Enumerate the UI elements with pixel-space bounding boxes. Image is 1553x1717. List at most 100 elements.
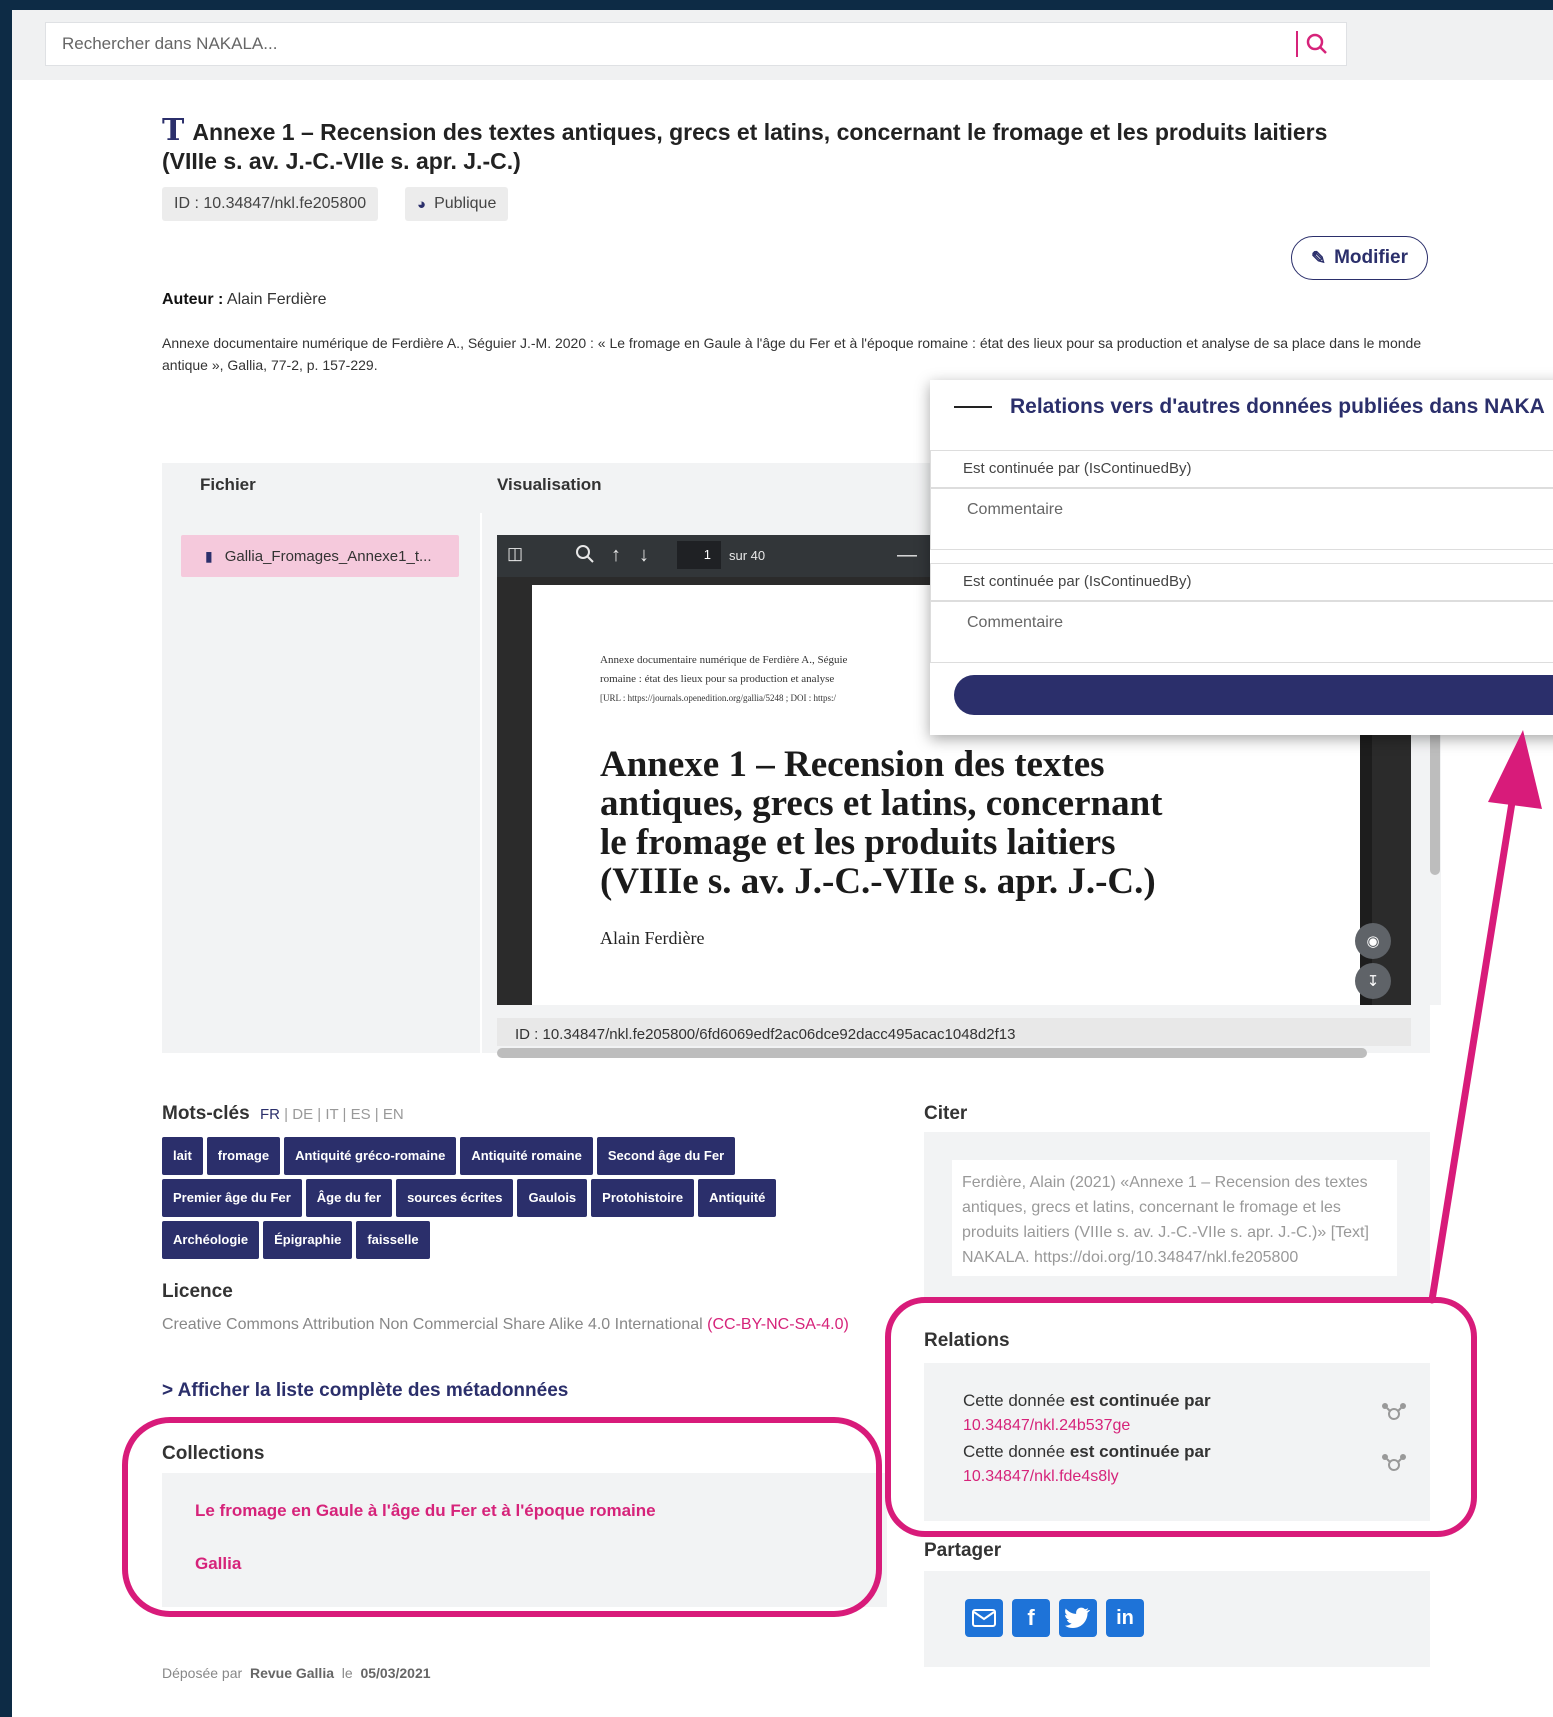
relation-text: Cette donnée est continuée par bbox=[963, 1391, 1211, 1411]
relation-comment-field[interactable]: Commentaire bbox=[930, 601, 1553, 663]
citation-text[interactable]: Ferdière, Alain (2021) «Annexe 1 – Recen… bbox=[952, 1160, 1397, 1276]
previous-page-icon[interactable]: ↑ bbox=[611, 544, 621, 567]
share-box: f in bbox=[924, 1571, 1430, 1667]
pdf-reference-line-1: Annexe documentaire numérique de Ferdièr… bbox=[600, 654, 848, 666]
relation-prefix: Cette donnée bbox=[963, 1391, 1066, 1410]
lang-en[interactable]: EN bbox=[383, 1106, 404, 1123]
collections-list: Le fromage en Gaule à l'âge du Fer et à … bbox=[162, 1473, 887, 1607]
keyword-tag[interactable]: fromage bbox=[206, 1137, 281, 1175]
search-divider bbox=[1296, 31, 1298, 57]
author-line: Auteur : Alain Ferdière bbox=[162, 291, 327, 309]
linkedin-icon: in bbox=[1116, 1606, 1134, 1629]
keyword-tag[interactable]: Second âge du Fer bbox=[596, 1137, 736, 1175]
relation-type-select[interactable]: Est continuée par (IsContinuedBy) bbox=[930, 450, 1553, 488]
visibility-badge: ◕ Publique bbox=[405, 187, 509, 221]
relation-graph-icon[interactable] bbox=[1381, 1402, 1409, 1424]
relation-comment-field[interactable]: Commentaire bbox=[930, 488, 1553, 550]
description: Annexe documentaire numérique de Ferdièr… bbox=[162, 335, 1422, 373]
search-input[interactable] bbox=[46, 23, 1318, 65]
search-box bbox=[45, 22, 1347, 66]
modify-button[interactable]: ✎ Modifier bbox=[1291, 236, 1428, 280]
deposit-date: 05/03/2021 bbox=[360, 1665, 431, 1681]
pdf-reference-line-2: romaine : état des lieux pour sa product… bbox=[600, 673, 835, 685]
share-email-button[interactable] bbox=[965, 1599, 1003, 1637]
zoom-search-icon[interactable] bbox=[575, 544, 595, 570]
relation-type-select[interactable]: Est continuée par (IsContinuedBy) bbox=[930, 563, 1553, 601]
keyword-tag[interactable]: Antiquité romaine bbox=[460, 1137, 593, 1175]
pencil-icon: ✎ bbox=[1311, 247, 1327, 268]
pdf-title-line-2: antiques, grecs et latins, concernant bbox=[600, 783, 1163, 824]
pdf-author: Alain Ferdière bbox=[600, 928, 705, 948]
page-number-input[interactable]: 1 bbox=[677, 541, 721, 569]
collection-link[interactable]: Gallia bbox=[195, 1554, 241, 1574]
file-item[interactable]: ▮ Gallia_Fromages_Annexe1_t... bbox=[181, 535, 459, 577]
keyword-tag[interactable]: Épigraphie bbox=[263, 1221, 353, 1259]
page-total: sur 40 bbox=[729, 548, 766, 563]
keywords-heading: Mots-clés bbox=[162, 1103, 250, 1124]
keyword-language-switch: FR | DE | IT | ES | EN bbox=[260, 1106, 404, 1123]
identifier-text: ID : 10.34847/nkl.fe205800 bbox=[174, 195, 367, 212]
pdf-title-line-3: le fromage et les produits laitiers bbox=[600, 822, 1116, 863]
preview-eye-icon[interactable]: ◉ bbox=[1355, 923, 1391, 959]
author-label: Auteur : bbox=[162, 291, 224, 308]
licence-name: Creative Commons Attribution Non Commerc… bbox=[162, 1316, 703, 1333]
pdf-title-line-1: Annexe 1 – Recension des textes bbox=[600, 744, 1105, 785]
sidebar-toggle-icon[interactable]: ◫ bbox=[507, 544, 523, 564]
pdf-title: Annexe 1 – Recension des textes antiques… bbox=[600, 745, 1300, 901]
visibility-text: Publique bbox=[434, 195, 497, 212]
share-facebook-button[interactable]: f bbox=[1012, 1599, 1050, 1637]
deposit-le: le bbox=[341, 1665, 353, 1681]
lang-it[interactable]: IT bbox=[325, 1106, 338, 1123]
relations-edit-popup: Relations vers d'autres données publiées… bbox=[930, 380, 1553, 735]
author-name: Alain Ferdière bbox=[226, 291, 327, 308]
file-column-header: Fichier bbox=[200, 475, 256, 494]
show-all-metadata-link[interactable]: > Afficher la liste complète des métadon… bbox=[162, 1380, 568, 1402]
keyword-tag[interactable]: lait bbox=[162, 1137, 203, 1175]
next-page-icon[interactable]: ↓ bbox=[639, 544, 649, 567]
licence-link[interactable]: (CC-BY-NC-SA-4.0) bbox=[707, 1316, 849, 1333]
title-line-2: (VIIIe s. av. J.-C.-VIIe s. apr. J.-C.) bbox=[162, 148, 521, 174]
cite-heading: Citer bbox=[924, 1103, 968, 1124]
modify-label: Modifier bbox=[1334, 247, 1408, 268]
relation-type: est continuée par bbox=[1069, 1391, 1211, 1410]
viewer-horizontal-scrollbar[interactable] bbox=[497, 1046, 1411, 1060]
pdf-reference-line-3: [URL : https://journals.openedition.org/… bbox=[600, 693, 836, 703]
collection-link[interactable]: Le fromage en Gaule à l'âge du Fer et à … bbox=[195, 1501, 656, 1521]
share-twitter-button[interactable] bbox=[1059, 1599, 1097, 1637]
lang-fr[interactable]: FR bbox=[260, 1106, 280, 1123]
scrollbar-thumb[interactable] bbox=[497, 1048, 1367, 1058]
globe-icon: ◕ bbox=[417, 195, 427, 213]
keyword-tag[interactable]: Âge du fer bbox=[305, 1179, 393, 1217]
lang-de[interactable]: DE bbox=[292, 1106, 313, 1123]
keyword-tag[interactable]: Antiquité bbox=[698, 1179, 777, 1217]
keyword-tag[interactable]: faisselle bbox=[356, 1221, 430, 1259]
zoom-out-icon[interactable]: — bbox=[897, 544, 917, 567]
file-icon: ▮ bbox=[205, 547, 213, 564]
identifier-badge: ID : 10.34847/nkl.fe205800 bbox=[162, 187, 379, 221]
keyword-tag[interactable]: Gaulois bbox=[517, 1179, 588, 1217]
share-linkedin-button[interactable]: in bbox=[1106, 1599, 1144, 1637]
lang-es[interactable]: ES bbox=[351, 1106, 371, 1123]
column-divider bbox=[480, 513, 482, 1053]
visualisation-column-header: Visualisation bbox=[497, 475, 602, 494]
relations-heading: Relations bbox=[924, 1330, 1010, 1351]
download-icon[interactable]: ↧ bbox=[1355, 963, 1391, 999]
relation-graph-icon[interactable] bbox=[1381, 1453, 1409, 1475]
title-line-1: Annexe 1 – Recension des textes antiques… bbox=[192, 119, 1328, 145]
search-button[interactable] bbox=[1296, 29, 1328, 59]
keyword-tag[interactable]: Antiquité gréco-romaine bbox=[284, 1137, 457, 1175]
relations-list: Cette donnée est continuée par 10.34847/… bbox=[924, 1363, 1430, 1521]
keyword-tag[interactable]: sources écrites bbox=[396, 1179, 514, 1217]
keyword-tag[interactable]: Archéologie bbox=[162, 1221, 260, 1259]
page-title: T Annexe 1 – Recension des textes antique… bbox=[162, 116, 1412, 176]
pdf-title-line-4: (VIIIe s. av. J.-C.-VIIe s. apr. J.-C.) bbox=[600, 861, 1156, 902]
popup-title-text: Relations vers d'autres données publiées… bbox=[1010, 395, 1545, 418]
file-identifier: ID : 10.34847/nkl.fe205800/6fd6069edf2ac… bbox=[497, 1018, 1411, 1046]
relation-link[interactable]: 10.34847/nkl.fde4s8ly bbox=[963, 1468, 1119, 1486]
relation-type: est continuée par bbox=[1069, 1442, 1211, 1461]
relation-submit-button[interactable] bbox=[954, 675, 1553, 715]
keyword-tag[interactable]: Premier âge du Fer bbox=[162, 1179, 302, 1217]
relation-link[interactable]: 10.34847/nkl.24b537ge bbox=[963, 1417, 1130, 1435]
keyword-tag[interactable]: Protohistoire bbox=[591, 1179, 695, 1217]
popup-title[interactable]: Relations vers d'autres données publiées… bbox=[954, 395, 1545, 419]
